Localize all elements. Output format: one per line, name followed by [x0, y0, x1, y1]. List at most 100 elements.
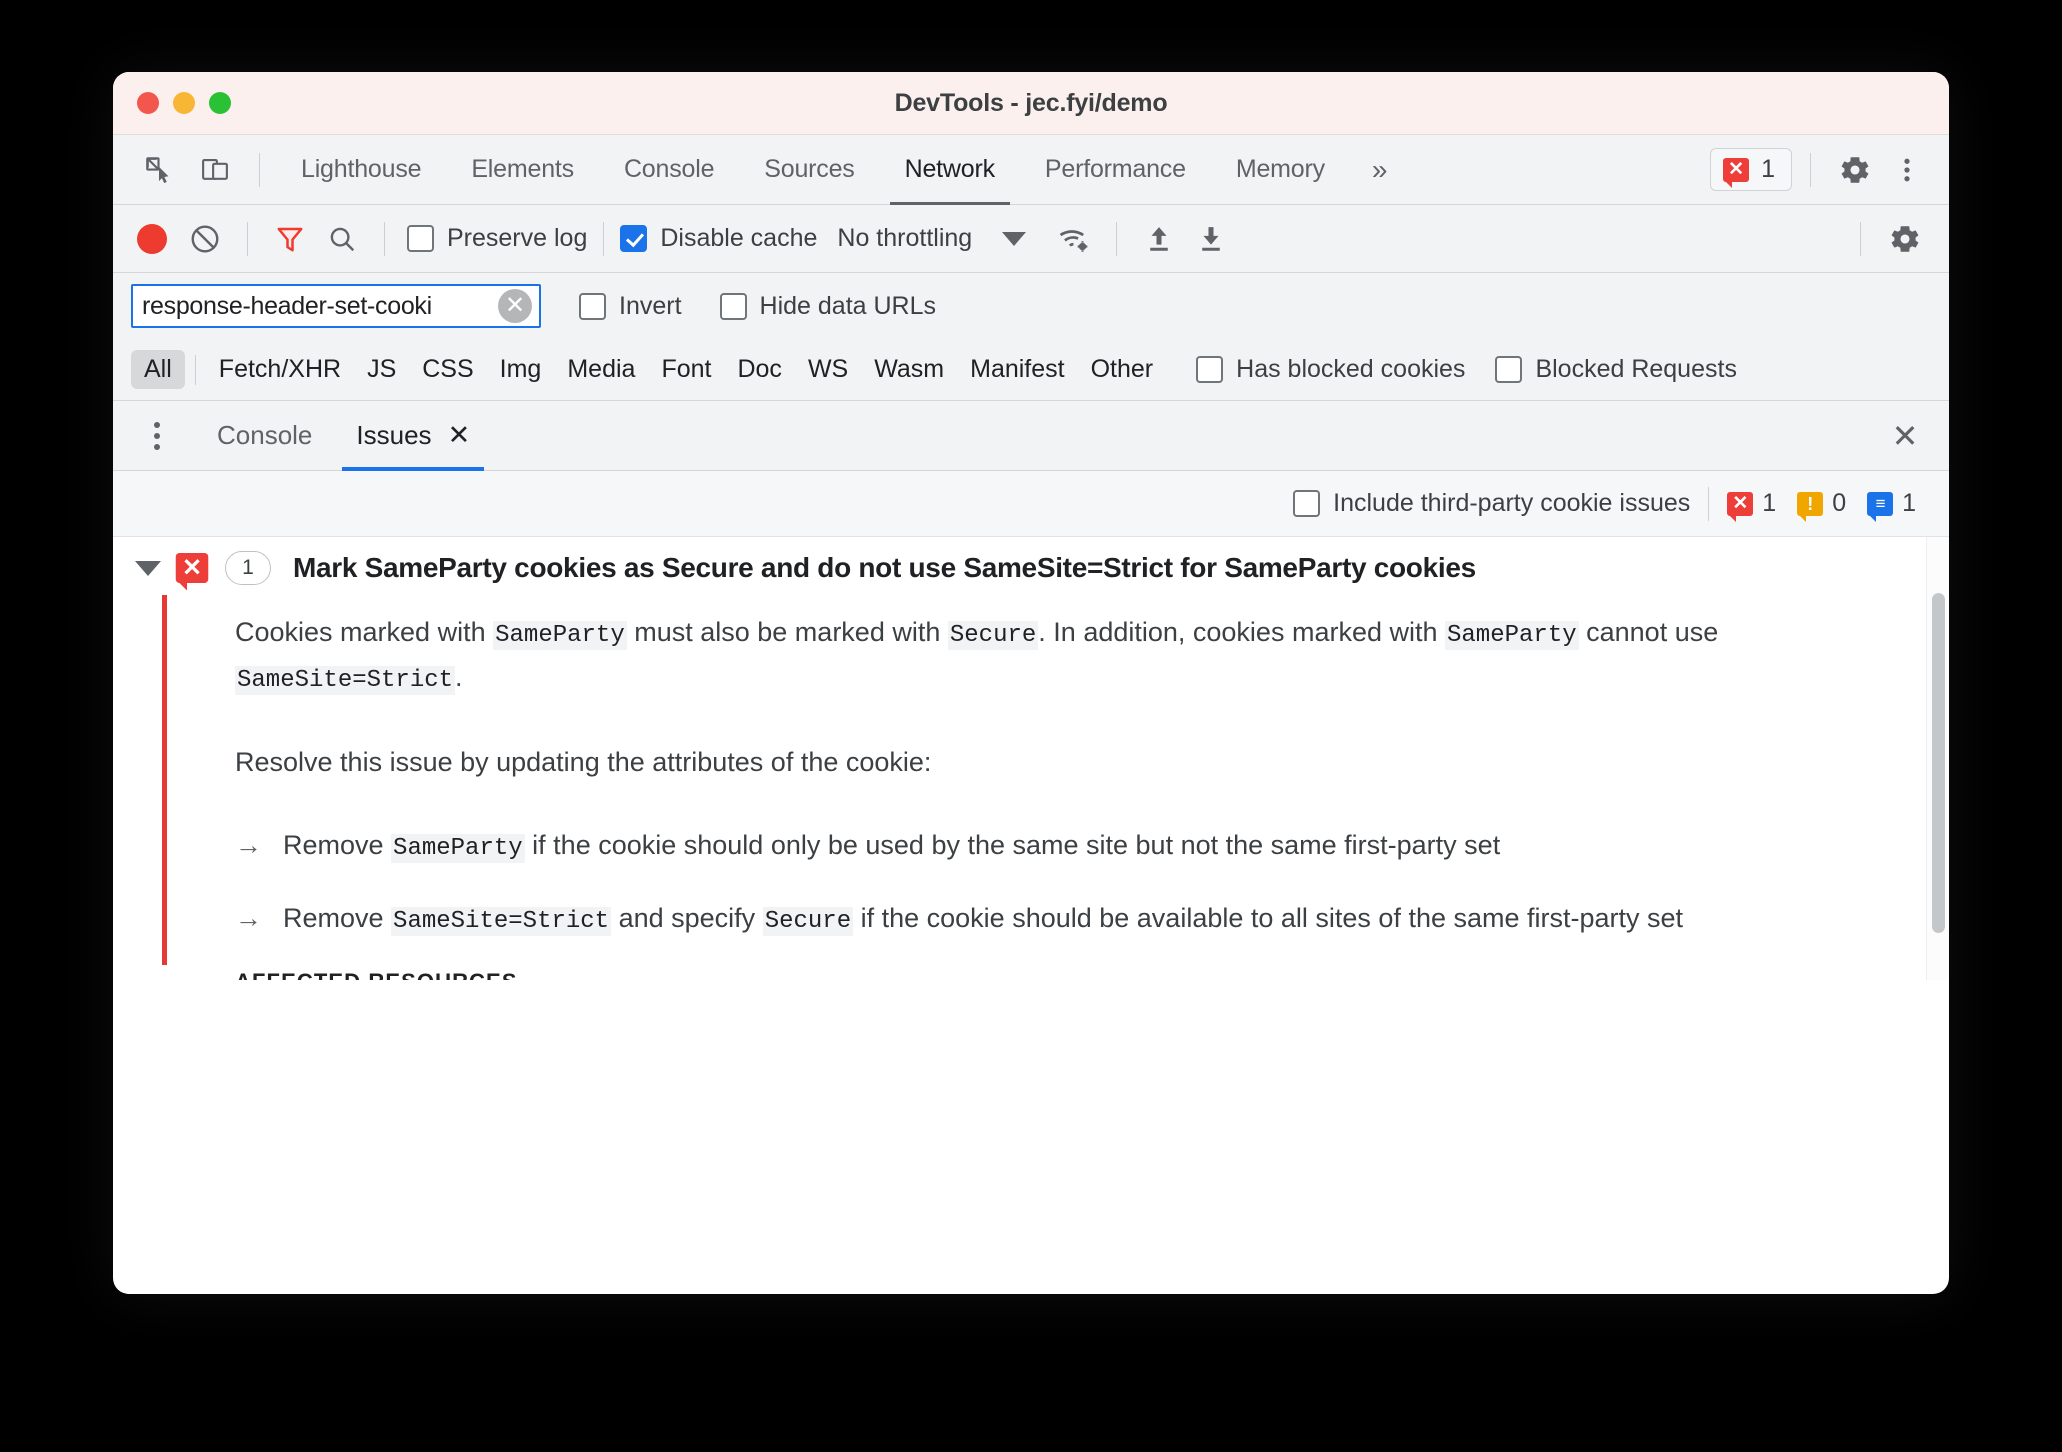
- drawer-kebab-menu-icon[interactable]: [131, 410, 183, 462]
- tab-overflow-button[interactable]: »: [1350, 135, 1409, 205]
- type-filter-fetch-xhr[interactable]: Fetch/XHR: [206, 350, 354, 389]
- network-toolbar-divider-2: [384, 221, 385, 256]
- issue-paragraph-2: Resolve this issue by updating the attri…: [235, 746, 932, 777]
- type-filter-css[interactable]: CSS: [409, 350, 486, 389]
- type-filter-other[interactable]: Other: [1078, 350, 1167, 389]
- chevron-down-icon[interactable]: [1002, 231, 1027, 246]
- issue-count-summary: ✕ 1 ! 0 ≡ 1: [1727, 489, 1925, 522]
- download-arrow-icon[interactable]: [1185, 213, 1237, 265]
- clear-circle-icon[interactable]: ✕: [498, 289, 532, 323]
- hide-data-urls-checkbox[interactable]: Hide data URLs: [719, 291, 937, 321]
- issue-header-row[interactable]: ✕ 1 Mark SameParty cookies as Secure and…: [113, 537, 1949, 595]
- type-filter-media[interactable]: Media: [554, 350, 648, 389]
- resource-type-filter-row: All Fetch/XHR JS CSS Img Media Font Doc …: [113, 339, 1949, 401]
- p1-t5: .: [455, 661, 463, 692]
- p1-t4: cannot use: [1578, 617, 1719, 647]
- error-bubble-icon: ✕: [1727, 491, 1754, 522]
- tab-network[interactable]: Network: [880, 135, 1020, 205]
- tabbar-divider: [259, 152, 260, 187]
- network-settings-gear-icon[interactable]: [1879, 213, 1931, 265]
- warning-bubble-icon: !: [1797, 491, 1824, 522]
- maximize-window-button[interactable]: [209, 92, 231, 114]
- type-filter-manifest[interactable]: Manifest: [957, 350, 1077, 389]
- kebab-menu-icon[interactable]: [1881, 144, 1933, 196]
- disable-cache-checkbox[interactable]: Disable cache: [620, 224, 817, 253]
- tab-elements[interactable]: Elements: [446, 135, 599, 205]
- close-drawer-icon[interactable]: ✕: [1879, 410, 1931, 462]
- error-count-badge[interactable]: ✕ 1: [1710, 148, 1792, 191]
- include-third-party-box[interactable]: [1293, 490, 1321, 517]
- drawer-tab-console[interactable]: Console: [195, 401, 334, 471]
- type-filter-js[interactable]: JS: [354, 350, 409, 389]
- device-toolbar-icon[interactable]: [187, 144, 243, 196]
- triangle-down-icon[interactable]: [135, 560, 161, 576]
- devtools-main-tabbar: Lighthouse Elements Console Sources Netw…: [113, 135, 1949, 205]
- filter-input[interactable]: response-header-set-cooki ✕: [131, 284, 541, 328]
- search-icon[interactable]: [316, 213, 368, 265]
- type-filter-wasm[interactable]: Wasm: [861, 350, 957, 389]
- network-toolbar-divider-3: [603, 221, 605, 256]
- drawer-tab-issues[interactable]: Issues ✕: [334, 401, 492, 471]
- hide-data-urls-label: Hide data URLs: [759, 291, 937, 320]
- window-titlebar: DevTools - jec.fyi/demo: [113, 72, 1949, 135]
- clear-network-log-icon[interactable]: [179, 213, 231, 265]
- b1-t2: if the cookie should only be used by the…: [524, 830, 1501, 861]
- panel-tabs: Lighthouse Elements Console Sources Netw…: [276, 135, 1409, 205]
- disable-cache-label: Disable cache: [660, 224, 818, 252]
- type-filter-img[interactable]: Img: [487, 350, 555, 389]
- invert-box[interactable]: [579, 292, 606, 320]
- error-bubble-icon: ✕: [175, 553, 209, 591]
- b2-t3: if the cookie should be available to all…: [853, 902, 1684, 933]
- tab-lighthouse[interactable]: Lighthouse: [276, 135, 446, 205]
- preserve-log-box[interactable]: [407, 225, 434, 252]
- has-blocked-cookies-checkbox[interactable]: Has blocked cookies: [1196, 355, 1465, 384]
- p1-c3: SameParty: [1445, 621, 1579, 650]
- drawer-tabbar: Console Issues ✕ ✕: [113, 401, 1949, 471]
- issue-count-warnings-value: 0: [1832, 489, 1847, 517]
- type-filter-divider: [194, 354, 196, 385]
- error-count-value: 1: [1761, 155, 1775, 183]
- include-third-party-cookie-issues-checkbox[interactable]: Include third-party cookie issues: [1293, 489, 1690, 518]
- issues-toolbar: Include third-party cookie issues ✕ 1 ! …: [113, 471, 1949, 537]
- issue-bullet-1: → Remove SameParty if the cookie should o…: [235, 824, 1903, 868]
- disable-cache-box[interactable]: [620, 225, 648, 252]
- type-filter-ws[interactable]: WS: [795, 350, 861, 389]
- has-blocked-cookies-box[interactable]: [1196, 356, 1224, 383]
- type-filter-all[interactable]: All: [131, 350, 185, 389]
- minimize-window-button[interactable]: [173, 92, 195, 114]
- invert-label: Invert: [619, 291, 682, 320]
- issues-list: ✕ 1 Mark SameParty cookies as Secure and…: [113, 537, 1949, 980]
- record-stop-icon[interactable]: [137, 223, 167, 254]
- preserve-log-checkbox[interactable]: Preserve log: [407, 224, 587, 253]
- b2-t1: Remove: [283, 902, 392, 933]
- tabbar-right-controls: ✕ 1: [1710, 144, 1949, 196]
- blocked-requests-label: Blocked Requests: [1535, 355, 1737, 383]
- tab-performance[interactable]: Performance: [1020, 135, 1211, 205]
- wifi-gear-icon[interactable]: [1048, 213, 1100, 265]
- type-filter-doc[interactable]: Doc: [724, 350, 794, 389]
- b1-c1: SameParty: [391, 834, 525, 864]
- tab-memory[interactable]: Memory: [1211, 135, 1350, 205]
- close-icon[interactable]: ✕: [448, 422, 471, 449]
- network-filter-row: response-header-set-cooki ✕ Invert Hide …: [113, 273, 1949, 339]
- blocked-requests-checkbox[interactable]: Blocked Requests: [1495, 355, 1737, 384]
- gear-icon[interactable]: [1829, 144, 1881, 196]
- hide-data-urls-box[interactable]: [719, 292, 747, 320]
- issue-paragraph-1: Cookies marked with SameParty must also …: [235, 611, 1845, 701]
- issue-bullet-2: → Remove SameSite=Strict and specify Secu…: [235, 897, 1903, 941]
- tab-sources[interactable]: Sources: [739, 135, 879, 205]
- p1-c1: SameParty: [493, 621, 627, 650]
- throttling-select-value[interactable]: No throttling: [837, 224, 972, 253]
- upload-arrow-icon[interactable]: [1133, 213, 1185, 265]
- inspect-element-icon[interactable]: [131, 144, 187, 196]
- invert-checkbox[interactable]: Invert: [579, 292, 682, 321]
- error-bubble-icon: ✕: [1723, 157, 1750, 188]
- blocked-requests-box[interactable]: [1495, 356, 1523, 383]
- p1-t1: Cookies marked with: [235, 617, 494, 647]
- tab-console[interactable]: Console: [599, 135, 739, 205]
- b2-c2: Secure: [762, 906, 854, 936]
- type-filter-font[interactable]: Font: [648, 350, 724, 389]
- close-window-button[interactable]: [137, 92, 159, 114]
- drawer-tab-console-label: Console: [217, 420, 313, 450]
- filter-funnel-icon[interactable]: [264, 213, 316, 265]
